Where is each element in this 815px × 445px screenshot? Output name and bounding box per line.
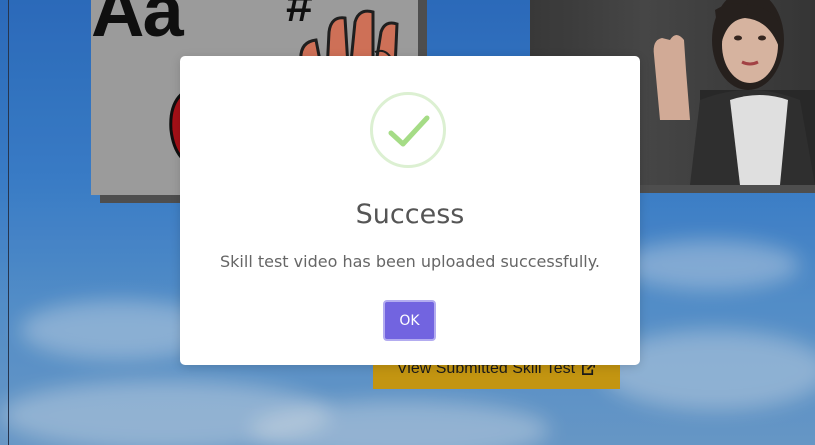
success-dialog: Success Skill test video has been upload… <box>180 56 640 365</box>
page-background: Aa # View Submitted Skill Test Success S… <box>0 0 815 445</box>
dialog-message: Skill test video has been uploaded succe… <box>220 252 600 271</box>
dialog-title: Success <box>355 199 465 230</box>
ok-button[interactable]: OK <box>383 300 436 341</box>
success-checkmark-icon <box>370 92 446 168</box>
